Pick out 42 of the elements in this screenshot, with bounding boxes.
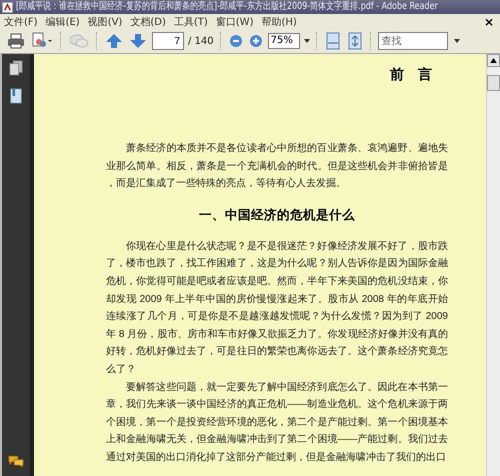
zoom-in-button[interactable] — [248, 34, 264, 48]
pages-icon[interactable] — [9, 60, 23, 76]
window-title: [郎咸平说：谁在拯救中国经济-复苏的背后和萧条的亮点]-郎咸平-东方出版社2009-简体文字重排.pdf - Adobe Reader — [16, 0, 438, 14]
menu-item[interactable]: 编辑(E) — [46, 14, 80, 28]
caret-icon — [454, 39, 460, 43]
zoom-out-button[interactable] — [228, 34, 244, 48]
menu-item[interactable]: 文档(D) — [130, 14, 166, 28]
document-people-icon — [31, 32, 53, 50]
printer-icon — [7, 32, 25, 50]
zoom-out-icon — [228, 34, 243, 48]
bookmark-icon[interactable] — [9, 88, 23, 104]
body-paragraph: 要解答这些问题，就一定要先了解中国经济到底怎么了。因此在本书第一章，我们先来谈一谈中国经济的真正危机——制造业危机。这个危机来源于两个困境，第一个是投资经营环境的恶化，第二个是产能过剩。第一个困境基本上和金融海啸无关，但金融海啸冲击到了第二个困境——产能过剩。我们过去通过对美国的出口消化掉了这部分产能过剩，但是金融海啸冲击了我们的出口 — [106, 380, 448, 465]
speech-bubbles-icon — [69, 32, 89, 50]
close-document-button[interactable]: × — [482, 14, 496, 28]
comments-icon[interactable] — [8, 455, 24, 468]
menu-item[interactable]: 窗口(W) — [216, 14, 254, 28]
body-paragraph: 你现在心里是什么状态呢？是不是很迷茫？好像经济发展不好了，股市跌了，楼市也跌了，找工作困难了，这是为什么呢？别人告诉你是因为国际金融危机，你觉得可能是吧或者应该是吧。然而，半年下来美国的危机没结束，你却发现 2009 年上半年中国的房价慢慢涨起来了。股市从 2008 年的年底开始连续涨了几个月，可是你是不是越涨越发慌呢？为什么发慌？因为到了 2009 年 8 月份，股市、房市和车市好像又欲振乏力了。你发现经济好像并没有真的好转，危机好像过去了，可是往日的繁荣也离你远去了。这个萧条经济究竟怎么了？ — [106, 240, 448, 377]
page-fit-icon — [346, 32, 363, 50]
scroll-up-button[interactable] — [487, 54, 500, 67]
up-arrow-icon — [105, 32, 123, 50]
scrollbar-thumb[interactable] — [487, 75, 500, 91]
page-title: 前 言 — [389, 66, 432, 84]
page-width-icon — [324, 32, 341, 50]
previous-page-button[interactable] — [104, 32, 124, 50]
collaborate-button[interactable] — [30, 32, 54, 50]
fit-width-button[interactable] — [324, 32, 342, 50]
page-total: / 140 — [188, 36, 214, 46]
print-button[interactable] — [6, 32, 26, 50]
menu-item[interactable]: 帮助(H) — [261, 14, 297, 28]
page-number-field[interactable]: 7 — [152, 32, 184, 50]
next-page-button[interactable] — [128, 32, 148, 50]
section-heading: 一、中国经济的危机是什么 — [198, 206, 356, 224]
search-field[interactable]: 查找 — [378, 32, 448, 50]
fit-page-button[interactable] — [346, 32, 364, 50]
menu-item[interactable]: 视图(V) — [88, 14, 122, 28]
up-triangle-icon — [490, 58, 497, 63]
body-paragraph: 萧条经济的本质并不是各位读者心中所想的百业萧条、哀鸿遍野、遍地失业那么简单。相反，萧条是一个充满机会的时代。但是这些机会并非俯拾皆是，而是汇集成了一些特殊的亮点，等待有心人去发掘。 — [106, 142, 448, 192]
menu-item[interactable]: 文件(F) — [4, 14, 38, 28]
zoom-in-icon — [248, 34, 263, 48]
down-arrow-icon — [129, 32, 147, 50]
menu-item[interactable]: 工具(T) — [174, 14, 208, 28]
caret-icon — [304, 39, 310, 43]
